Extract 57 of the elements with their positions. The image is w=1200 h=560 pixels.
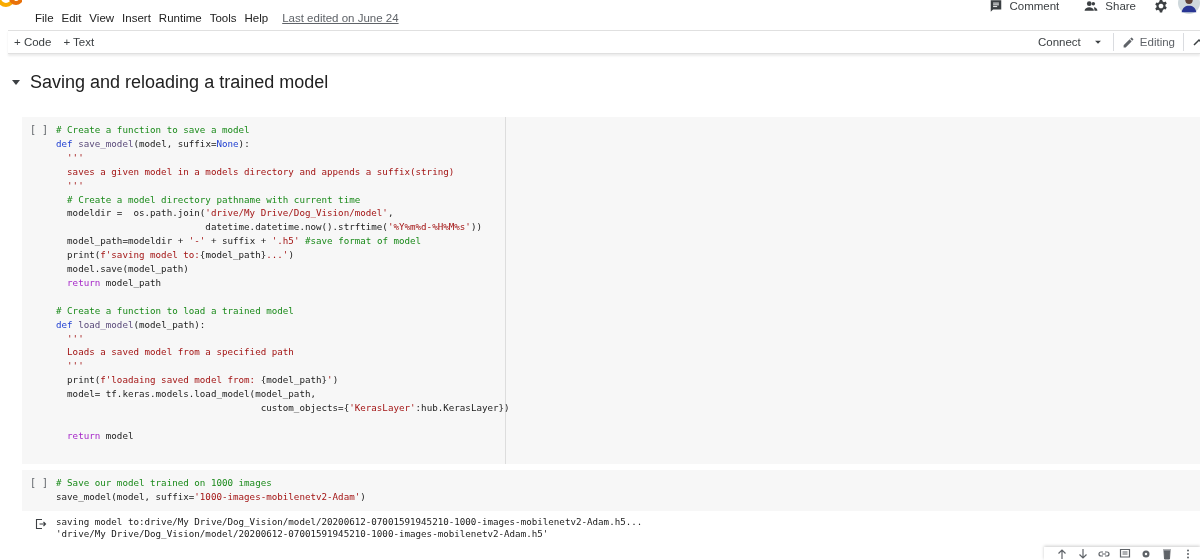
add-code-button[interactable]: + Code xyxy=(8,36,58,48)
code-line: save_model(model, suffix='1000-images-mobilenetv2-Adam') xyxy=(56,489,366,504)
editing-button[interactable]: Editing xyxy=(1139,36,1175,48)
menu-item[interactable]: View xyxy=(85,12,119,24)
code-line: def save_model(model, suffix=None): xyxy=(56,136,250,151)
code-line: # Save our model trained on 1000 images xyxy=(56,475,272,490)
link-icon[interactable] xyxy=(1098,548,1110,560)
code-line: ''' xyxy=(66,331,84,346)
last-edited-link[interactable]: Last edited on June 24 xyxy=(278,12,403,24)
code-line: ''' xyxy=(66,150,84,165)
settings-icon[interactable] xyxy=(1140,548,1152,560)
menu-item[interactable]: Help xyxy=(240,12,273,24)
code-line: modeldir = os.path.join('drive/My Drive/Dog_Vision/model', xyxy=(66,206,394,221)
code-line: model= tf.keras.models.load_model(model_path, xyxy=(66,387,316,402)
code-line: ''' xyxy=(66,359,84,374)
menu-item[interactable]: Tools xyxy=(205,12,241,24)
people-icon[interactable] xyxy=(1083,0,1100,13)
run-cell-button[interactable]: [ ] xyxy=(22,475,56,490)
code-line: custom_objects={'KerasLayer':hub.KerasLayer}) xyxy=(259,401,510,415)
code-line: Loads a saved model from a specified path xyxy=(66,345,294,360)
logo-icon[interactable] xyxy=(0,0,22,10)
code-cell[interactable]: [ ] # Save our model trained on 1000 images save_model(model, suffix='1000-images-mobilenetv2-Adam') xyxy=(22,469,1200,511)
code-line: return model xyxy=(66,428,134,443)
trash-icon[interactable] xyxy=(1161,548,1173,560)
output-icon[interactable] xyxy=(35,517,47,530)
code-line: datetime.datetime.now().strftime('%Y%m%d-%H%M%s')) xyxy=(204,220,482,235)
code-line: saves a given model in a models directory and appends a suffix(string) xyxy=(66,164,455,179)
connect-button[interactable]: Connect xyxy=(1032,36,1087,48)
code-line: print(f'loadaing saved model from: {model_path}') xyxy=(66,373,339,388)
code-line: model.save(model_path) xyxy=(66,262,189,276)
menu-item[interactable]: Insert xyxy=(118,12,155,24)
comment-button[interactable]: Comment xyxy=(1009,0,1060,12)
chevron-up-icon[interactable] xyxy=(1192,36,1200,48)
code-line: # Create a function to save a model xyxy=(56,123,250,137)
code-cell[interactable] xyxy=(22,117,1200,464)
arrow-up-icon[interactable] xyxy=(1056,548,1068,560)
output-line: saving model to:drive/My Drive/Dog_Vision/model/20200612-07001591945210-1000-images-mobilenetv2-Adam.h5... xyxy=(56,515,643,529)
code-line: def load_model(model_path): xyxy=(56,317,206,332)
arrow-down-icon[interactable] xyxy=(1077,548,1089,560)
menu-item[interactable]: File xyxy=(31,12,58,24)
add-text-button[interactable]: + Text xyxy=(57,36,101,48)
section-heading: Saving and reloading a trained model xyxy=(30,71,329,93)
pencil-icon[interactable] xyxy=(1121,35,1135,49)
code-line: ''' xyxy=(66,178,84,193)
comment-icon[interactable] xyxy=(1119,548,1131,560)
code-line: print(f'saving model to:{model_path}...') xyxy=(66,248,294,263)
code-line: # Create a model directory pathname with current time xyxy=(66,192,361,207)
share-button[interactable]: Share xyxy=(1105,0,1136,12)
code-line: return model_path xyxy=(66,275,162,290)
output-line: 'drive/My Drive/Dog_Vision/model/20200612-07001591945210-1000-images-mobilenetv2-Adam.h5' xyxy=(56,528,549,541)
comment-icon[interactable] xyxy=(989,0,1004,13)
run-cell-button[interactable]: [ ] xyxy=(22,123,56,137)
code-line: # Create a function to load a trained model xyxy=(56,303,294,318)
code-line: model_path=modeldir + '-' + suffix + '.h5' #save format of model xyxy=(66,234,422,249)
menu-item[interactable]: Runtime xyxy=(154,12,206,24)
settings-icon[interactable] xyxy=(1154,0,1168,13)
menu-item[interactable]: Edit xyxy=(57,12,86,24)
